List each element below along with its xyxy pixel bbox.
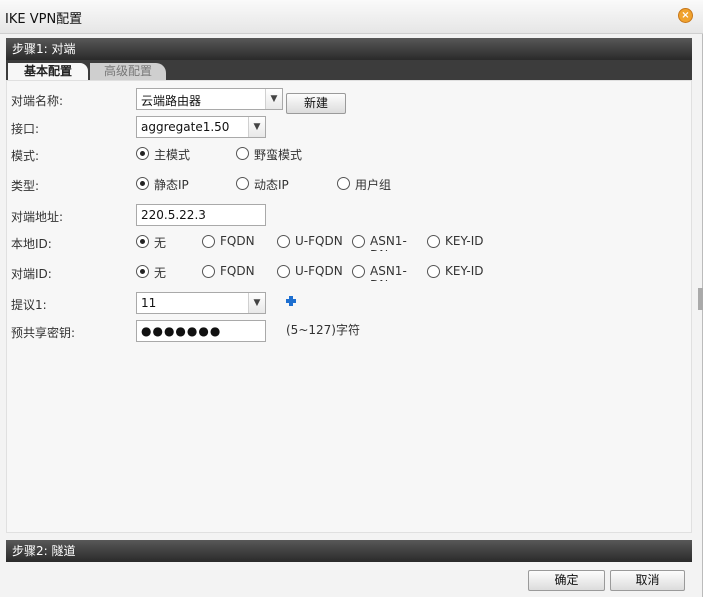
type-static-ip-radio[interactable]: 静态IP bbox=[136, 176, 216, 192]
add-proposal-plus-icon[interactable] bbox=[286, 296, 296, 306]
peer-id-fqdn-text: FQDN bbox=[220, 264, 255, 278]
mode-aggressive-text: 野蛮模式 bbox=[254, 148, 303, 162]
new-peer-button[interactable]: 新建 bbox=[286, 93, 346, 114]
type-dynamic-ip-text: 动态IP bbox=[254, 178, 289, 192]
title-bar: IKE VPN配置 × bbox=[0, 0, 703, 34]
psk-input[interactable]: ●●●●●●● bbox=[136, 320, 266, 342]
mode-aggressive-radio[interactable]: 野蛮模式 bbox=[236, 146, 316, 162]
tab-advanced-config[interactable]: 高级配置 bbox=[90, 63, 166, 80]
scrollbar-thumb[interactable] bbox=[698, 288, 703, 310]
radio-circle[interactable] bbox=[337, 177, 350, 190]
interface-label: 接口: bbox=[11, 122, 40, 136]
step2-header: 步骤2: 隧道 bbox=[6, 540, 692, 562]
local-id-fqdn-radio[interactable]: FQDN bbox=[202, 234, 262, 250]
local-id-keyid-text: KEY-ID bbox=[445, 234, 484, 248]
cancel-button[interactable]: 取消 bbox=[610, 570, 685, 591]
interface-select[interactable]: aggregate1.50 ▼ bbox=[136, 116, 266, 138]
close-icon[interactable]: × bbox=[678, 8, 693, 23]
peer-id-keyid-radio[interactable]: KEY-ID bbox=[427, 264, 493, 280]
ok-button[interactable]: 确定 bbox=[528, 570, 605, 591]
radio-circle[interactable] bbox=[236, 147, 249, 160]
type-dynamic-ip-radio[interactable]: 动态IP bbox=[236, 176, 316, 192]
local-id-asn1dn-text: ASN1-DN bbox=[370, 234, 407, 251]
proposal-value: 11 bbox=[141, 296, 157, 310]
type-user-group-radio[interactable]: 用户组 bbox=[337, 176, 407, 192]
local-id-fqdn-text: FQDN bbox=[220, 234, 255, 248]
radio-circle[interactable] bbox=[427, 265, 440, 278]
peer-name-label: 对端名称: bbox=[11, 94, 64, 108]
radio-circle[interactable] bbox=[136, 177, 149, 190]
radio-circle[interactable] bbox=[427, 235, 440, 248]
proposal-label: 提议1: bbox=[11, 298, 47, 312]
radio-circle[interactable] bbox=[236, 177, 249, 190]
chevron-down-icon[interactable]: ▼ bbox=[265, 89, 282, 109]
peer-id-none-radio[interactable]: 无 bbox=[136, 264, 186, 280]
local-id-none-text: 无 bbox=[154, 236, 167, 250]
radio-circle[interactable] bbox=[136, 147, 149, 160]
type-user-group-text: 用户组 bbox=[355, 178, 392, 192]
peer-id-fqdn-radio[interactable]: FQDN bbox=[202, 264, 262, 280]
local-id-none-radio[interactable]: 无 bbox=[136, 234, 186, 250]
radio-circle[interactable] bbox=[202, 265, 215, 278]
basic-config-panel bbox=[6, 80, 692, 533]
mode-label: 模式: bbox=[11, 149, 40, 163]
radio-circle[interactable] bbox=[136, 265, 149, 278]
peer-id-label: 对端ID: bbox=[11, 267, 52, 281]
radio-circle[interactable] bbox=[277, 265, 290, 278]
radio-circle[interactable] bbox=[136, 235, 149, 248]
peer-id-ufqdn-text: U-FQDN bbox=[295, 264, 343, 278]
psk-label: 预共享密钥: bbox=[11, 326, 76, 340]
peer-id-none-text: 无 bbox=[154, 266, 167, 280]
window-title: IKE VPN配置 bbox=[5, 12, 83, 27]
local-id-ufqdn-radio[interactable]: U-FQDN bbox=[277, 234, 347, 250]
peer-id-asn1dn-text: ASN1-DN bbox=[370, 264, 407, 281]
type-label: 类型: bbox=[11, 179, 40, 193]
ike-vpn-dialog: IKE VPN配置 × 步骤1: 对端 基本配置 高级配置 对端名称: 云端路由… bbox=[0, 0, 703, 597]
local-id-label: 本地ID: bbox=[11, 237, 52, 251]
local-id-keyid-radio[interactable]: KEY-ID bbox=[427, 234, 493, 250]
peer-address-label: 对端地址: bbox=[11, 210, 64, 224]
radio-circle[interactable] bbox=[202, 235, 215, 248]
local-id-ufqdn-text: U-FQDN bbox=[295, 234, 343, 248]
tab-basic-config[interactable]: 基本配置 bbox=[8, 63, 88, 80]
mode-main-radio[interactable]: 主模式 bbox=[136, 146, 216, 162]
mode-main-text: 主模式 bbox=[154, 148, 191, 162]
peer-address-input[interactable]: 220.5.22.3 bbox=[136, 204, 266, 226]
interface-value: aggregate1.50 bbox=[141, 120, 230, 134]
type-static-ip-text: 静态IP bbox=[154, 178, 189, 192]
local-id-asn1dn-radio[interactable]: ASN1-DN bbox=[352, 234, 414, 251]
peer-id-keyid-text: KEY-ID bbox=[445, 264, 484, 278]
peer-id-ufqdn-radio[interactable]: U-FQDN bbox=[277, 264, 347, 280]
psk-hint: (5~127)字符 bbox=[286, 323, 360, 337]
peer-id-asn1dn-radio[interactable]: ASN1-DN bbox=[352, 264, 414, 281]
proposal-select[interactable]: 11 ▼ bbox=[136, 292, 266, 314]
peer-name-value: 云端路由器 bbox=[141, 94, 202, 108]
tab-bar: 基本配置 高级配置 bbox=[6, 60, 692, 80]
radio-circle[interactable] bbox=[352, 235, 365, 248]
step1-header: 步骤1: 对端 bbox=[6, 38, 692, 60]
chevron-down-icon[interactable]: ▼ bbox=[248, 117, 265, 137]
radio-circle[interactable] bbox=[352, 265, 365, 278]
radio-circle[interactable] bbox=[277, 235, 290, 248]
peer-name-select[interactable]: 云端路由器 ▼ bbox=[136, 88, 283, 110]
chevron-down-icon[interactable]: ▼ bbox=[248, 293, 265, 313]
